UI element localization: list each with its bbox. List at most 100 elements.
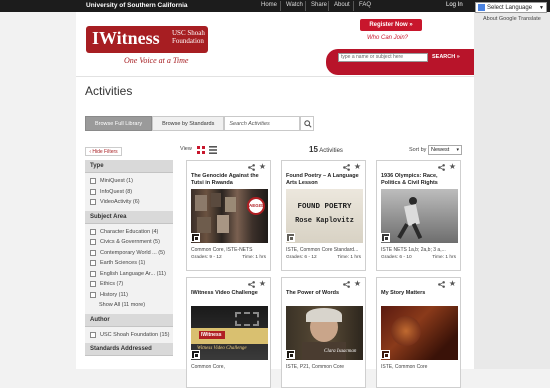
filter-item[interactable]: USC Shoah Foundation (15): [85, 330, 173, 341]
activity-card[interactable]: ★ IWitness Video Challenge IWitness Witn…: [186, 277, 271, 388]
search-input[interactable]: type a name or subject here: [338, 53, 428, 62]
card-title[interactable]: Found Poetry – A Language Arts Lesson: [286, 173, 362, 187]
right-margin: [474, 12, 550, 369]
checkbox[interactable]: [90, 178, 96, 185]
share-icon[interactable]: [343, 281, 350, 288]
thumbnail-runner-body: [404, 203, 420, 227]
iwitness-logo[interactable]: IWitness USC Shoah Foundation: [86, 26, 208, 53]
filter-item[interactable]: Civics & Government (5): [85, 237, 173, 248]
checkbox[interactable]: [90, 188, 96, 195]
activity-count-label: Activities: [319, 148, 343, 154]
nav-watch[interactable]: Watch: [286, 2, 303, 8]
filter-group-author: USC Shoah Foundation (15): [85, 326, 173, 343]
tab-browse-full-library[interactable]: Browse Full Library: [85, 116, 153, 131]
checkbox[interactable]: [90, 228, 96, 235]
activity-count-number: 15: [309, 145, 318, 154]
aegis-badge: AEGIS: [247, 197, 265, 215]
filter-item[interactable]: Character Education (4): [85, 227, 173, 238]
nav-divider: [305, 1, 306, 11]
filter-sidebar: Type MiniQuest (1) InfoQuest (8) VideoAc…: [85, 160, 173, 356]
filter-item[interactable]: Ethics (7): [85, 279, 173, 290]
card-title[interactable]: The Power of Words: [286, 290, 362, 297]
card-thumbnail[interactable]: AEGIS: [191, 189, 268, 243]
card-title[interactable]: The Genocide Against the Tutsi in Rwanda: [191, 173, 267, 187]
share-icon[interactable]: [248, 164, 255, 171]
nav-share[interactable]: Share: [311, 2, 327, 8]
filter-item[interactable]: Contemporary World ... (5): [85, 248, 173, 259]
filter-heading-author[interactable]: Author: [85, 313, 173, 327]
nav-faq[interactable]: FAQ: [359, 2, 371, 8]
video-icon: [381, 350, 390, 359]
list-view-icon[interactable]: [209, 146, 217, 154]
chevron-down-icon: ▼: [539, 4, 544, 11]
filter-item-label: Earth Sciences (1): [100, 260, 146, 266]
nav-divider: [353, 1, 354, 11]
card-title[interactable]: 1936 Olympics: Race, Politics & Civil Ri…: [381, 173, 457, 187]
card-standards: ISTE, P21, Common Core: [286, 364, 345, 370]
favorite-star-icon[interactable]: ★: [259, 163, 266, 171]
card-thumbnail[interactable]: [381, 189, 458, 243]
activity-card[interactable]: ★ The Power of Words Clara Isaacman ISTE…: [281, 277, 366, 388]
checkbox[interactable]: [90, 291, 96, 298]
card-title[interactable]: My Story Matters: [381, 290, 457, 297]
show-all-link[interactable]: Show All (11 more): [85, 300, 173, 311]
checkbox[interactable]: [90, 270, 96, 277]
card-grades: Grades: 6 - 10: [381, 255, 412, 260]
university-name[interactable]: University of Southern California: [86, 2, 188, 9]
filter-heading-standards[interactable]: Standards Addressed: [85, 343, 173, 356]
card-standards: ISTE, Common Core Standard...: [286, 247, 359, 253]
checkbox[interactable]: [90, 239, 96, 246]
nav-about[interactable]: About: [334, 2, 350, 8]
site-header: IWitness USC Shoah Foundation One Voice …: [76, 12, 474, 77]
activity-card[interactable]: ★ The Genocide Against the Tutsi in Rwan…: [186, 160, 271, 271]
nav-home[interactable]: Home: [261, 2, 277, 8]
filter-item[interactable]: Earth Sciences (1): [85, 258, 173, 269]
about-translate-link[interactable]: About Google Translate: [483, 16, 541, 22]
activity-card[interactable]: ★ My Story Matters ISTE, Common Core: [376, 277, 461, 388]
share-icon[interactable]: [343, 164, 350, 171]
browse-tabs: Browse Full Library Browse by Standards …: [85, 116, 315, 131]
activity-card[interactable]: ★ Found Poetry – A Language Arts Lesson …: [281, 160, 366, 271]
share-icon[interactable]: [248, 281, 255, 288]
search-activities-button[interactable]: [300, 116, 315, 131]
card-title[interactable]: IWitness Video Challenge: [191, 290, 267, 297]
login-link[interactable]: Log In: [446, 2, 463, 8]
filter-item[interactable]: VideoActivity (6): [85, 197, 173, 208]
favorite-star-icon[interactable]: ★: [449, 280, 456, 288]
card-thumbnail[interactable]: Clara Isaacman: [286, 306, 363, 360]
checkbox[interactable]: [90, 281, 96, 288]
checkbox[interactable]: [90, 199, 96, 206]
filter-item[interactable]: English Language Ar... (11): [85, 269, 173, 280]
card-thumbnail[interactable]: [381, 306, 458, 360]
thumbnail-caption: Witness Video Challenge: [197, 346, 247, 351]
filter-item[interactable]: InfoQuest (8): [85, 187, 173, 198]
favorite-star-icon[interactable]: ★: [259, 280, 266, 288]
checkbox[interactable]: [90, 331, 96, 338]
checkbox[interactable]: [90, 249, 96, 256]
filter-item-label: USC Shoah Foundation (15): [100, 331, 170, 338]
sort-label: Sort by: [409, 147, 427, 153]
language-select[interactable]: Select Language ▼: [475, 2, 547, 13]
who-can-join-link[interactable]: Who Can Join?: [367, 35, 408, 41]
tab-browse-by-standards[interactable]: Browse by Standards: [152, 116, 225, 131]
checkbox[interactable]: [90, 260, 96, 267]
share-icon[interactable]: [438, 281, 445, 288]
card-thumbnail[interactable]: IWitness Witness Video Challenge: [191, 306, 268, 360]
sort-select[interactable]: Newest ▾: [428, 145, 462, 155]
activity-card[interactable]: ★ 1936 Olympics: Race, Politics & Civil …: [376, 160, 461, 271]
register-button[interactable]: Register Now »: [360, 19, 422, 31]
grid-view-icon[interactable]: [197, 146, 205, 154]
filter-item[interactable]: History (11): [85, 290, 173, 301]
search-button[interactable]: SEARCH »: [432, 53, 468, 62]
filter-heading-type[interactable]: Type: [85, 160, 173, 173]
filter-item-label: English Language Ar... (11): [100, 270, 166, 277]
share-icon[interactable]: [438, 164, 445, 171]
hide-filters-button[interactable]: ‹ Hide Filters: [85, 147, 122, 156]
search-activities-input[interactable]: Search Activities: [224, 116, 301, 131]
favorite-star-icon[interactable]: ★: [354, 163, 361, 171]
card-thumbnail[interactable]: FOUND POETRY Rose Kaplovitz: [286, 189, 363, 243]
filter-item[interactable]: MiniQuest (1): [85, 176, 173, 187]
filter-heading-subject[interactable]: Subject Area: [85, 210, 173, 224]
favorite-star-icon[interactable]: ★: [449, 163, 456, 171]
favorite-star-icon[interactable]: ★: [354, 280, 361, 288]
